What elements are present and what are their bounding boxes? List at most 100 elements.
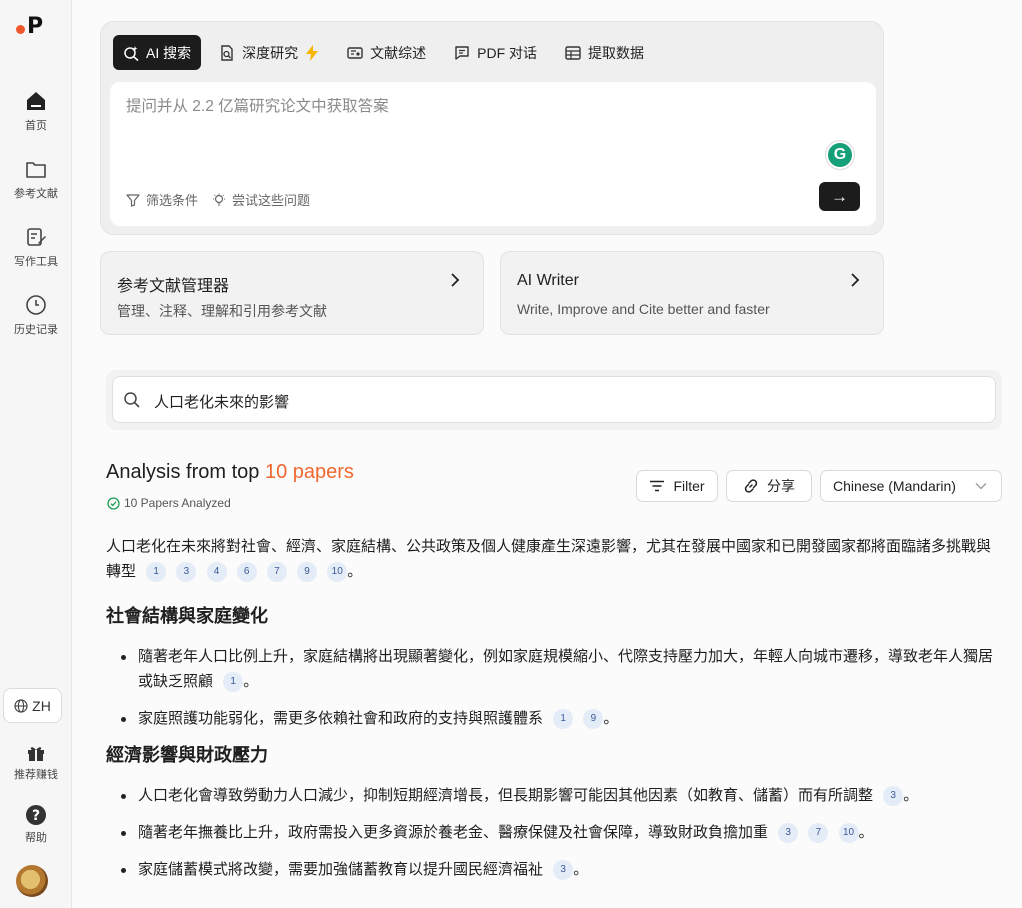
citation-badge[interactable]: 3: [883, 786, 904, 807]
filter-lines-icon: [650, 480, 665, 492]
sparkle-search-icon: [124, 45, 139, 61]
analysis-title-highlight: 10 papers: [264, 461, 354, 483]
table-icon: [565, 45, 581, 60]
citation-badge[interactable]: 3: [553, 860, 574, 881]
sidebar-item-referral[interactable]: 推荐赚钱: [0, 743, 72, 801]
sidebar-item-label: 参考文献: [14, 188, 58, 200]
tab-label: 文献综述: [370, 44, 427, 61]
try-questions-label: 尝试这些问题: [232, 193, 311, 208]
sidebar-item-label: 首页: [25, 120, 47, 132]
bullet-list: 隨著老年人口比例上升，家庭結構將出現顯著變化，例如家庭規模縮小、代際支持壓力加大…: [106, 644, 1004, 731]
logo-dot: [16, 25, 25, 34]
tab-ai-search[interactable]: AI 搜索: [113, 35, 202, 70]
list-item: 家庭照護功能弱化，需更多依賴社會和政府的支持與照護體系 1 9。: [106, 706, 1004, 731]
card-description: Write, Improve and Cite better and faste…: [517, 301, 770, 317]
reference-manager-card[interactable]: 参考文献管理器 管理、注释、理解和引用参考文献: [100, 251, 484, 335]
list-item-text: 隨著老年人口比例上升，家庭結構將出現顯著變化，例如家庭規模縮小、代際支持壓力加大…: [138, 648, 994, 690]
folder-icon: [26, 162, 46, 178]
list-item: 人口老化會導致勞動力人口減少，抑制短期經濟增長，但長期影響可能因其他因素（如教育…: [106, 783, 1004, 808]
citation-badge[interactable]: 10: [838, 823, 859, 844]
card-title: 参考文献管理器: [117, 278, 230, 295]
citation-badge[interactable]: 9: [297, 562, 318, 583]
bullet-list: 人口老化會導致勞動力人口減少，抑制短期經濟增長，但長期影響可能因其他因素（如教育…: [106, 783, 1004, 882]
citation-badge[interactable]: 3: [176, 562, 197, 583]
query-search-bar[interactable]: 人口老化未來的影響: [112, 376, 996, 423]
filter-icon: [126, 193, 140, 207]
deep-research-icon: [221, 44, 233, 61]
tab-label: 深度研究: [242, 44, 299, 61]
sidebar-item-help[interactable]: ? 帮助: [0, 804, 72, 862]
share-button[interactable]: 分享: [726, 470, 812, 502]
search-mode-tabs: AI 搜索 深度研究 文献综述 PDF 对话 提取数据: [113, 35, 654, 70]
logo-letter: P: [27, 14, 44, 39]
citation-badge[interactable]: 6: [236, 562, 257, 583]
svg-text:?: ?: [32, 808, 40, 824]
chat-icon: [455, 45, 469, 60]
sidebar: P 首页 参考文献 写作工具 历史记录 ZH 推荐赚钱 ? 帮助: [0, 0, 72, 908]
tab-label: 提取数据: [588, 44, 645, 61]
list-item-text: 家庭儲蓄模式將改變，需要加強儲蓄教育以提升國民經濟福祉: [138, 861, 544, 878]
lightning-icon: [306, 44, 319, 61]
tab-label: PDF 对话: [477, 44, 538, 61]
query-search-bar-wrapper: 人口老化未來的影響: [106, 370, 1002, 430]
tab-label: AI 搜索: [146, 44, 192, 61]
analysis-content: 人口老化在未來將對社會、經濟、家庭結構、公共政策及個人健康產生深遠影響，尤其在發…: [106, 534, 1004, 894]
papers-analyzed-label: 10 Papers Analyzed: [124, 496, 231, 510]
sidebar-item-references[interactable]: 参考文献: [0, 158, 72, 216]
citation-badge[interactable]: 3: [778, 823, 799, 844]
citation-badge[interactable]: 4: [206, 562, 227, 583]
help-label: 帮助: [25, 832, 47, 844]
list-item: 隨著老年人口比例上升，家庭結構將出現顯著變化，例如家庭規模縮小、代際支持壓力加大…: [106, 644, 1004, 694]
citation-badge[interactable]: 7: [266, 562, 287, 583]
grammarly-icon[interactable]: G: [826, 141, 854, 169]
sidebar-item-history[interactable]: 历史记录: [0, 294, 72, 352]
list-item: 隨著老年撫養比上升，政府需投入更多資源於養老金、醫療保健及社會保障，導致財政負擔…: [106, 820, 1004, 845]
query-actions: 筛选条件 尝试这些问题: [126, 190, 310, 209]
search-icon: [124, 392, 140, 408]
section-heading: 社會結構與家庭變化: [106, 606, 268, 626]
logo[interactable]: P: [16, 14, 48, 40]
question-input[interactable]: [126, 98, 816, 116]
tab-deep-research[interactable]: 深度研究: [209, 35, 329, 70]
home-icon: [27, 92, 45, 110]
citation-badge[interactable]: 9: [583, 709, 604, 730]
analysis-title: Analysis from top 10 papers: [106, 461, 354, 484]
filter-button[interactable]: Filter: [636, 470, 718, 502]
ai-writer-card[interactable]: AI Writer Write, Improve and Cite better…: [500, 251, 884, 335]
tab-literature-review[interactable]: 文献综述: [337, 35, 436, 70]
citation-badge[interactable]: 1: [553, 709, 574, 730]
lightbulb-icon: [213, 193, 226, 206]
gift-icon: [28, 747, 44, 761]
card-description: 管理、注释、理解和引用参考文献: [117, 303, 327, 319]
language-select[interactable]: Chinese (Mandarin): [820, 470, 1002, 502]
chevron-right-icon: [851, 273, 860, 287]
tab-extract-data[interactable]: 提取数据: [555, 35, 654, 70]
help-icon: ?: [26, 805, 46, 825]
check-circle-icon: [107, 496, 120, 510]
language-switcher[interactable]: ZH: [3, 688, 62, 723]
search-panel: AI 搜索 深度研究 文献综述 PDF 对话 提取数据 G 筛选条件: [100, 21, 884, 235]
citation-badge[interactable]: 7: [808, 823, 829, 844]
citation-badge[interactable]: 1: [146, 562, 167, 583]
link-icon: [744, 479, 758, 493]
language-code: ZH: [32, 697, 51, 714]
intro-paragraph: 人口老化在未來將對社會、經濟、家庭結構、公共政策及個人健康產生深遠影響，尤其在發…: [106, 534, 1004, 584]
sidebar-item-home[interactable]: 首页: [0, 90, 72, 148]
filter-conditions-button[interactable]: 筛选条件: [126, 190, 198, 209]
try-questions-button[interactable]: 尝试这些问题: [212, 190, 310, 209]
language-select-value: Chinese (Mandarin): [833, 478, 956, 494]
citation-badge[interactable]: 10: [327, 562, 348, 583]
card-title: AI Writer: [517, 272, 579, 289]
citation-badge[interactable]: 1: [223, 672, 244, 693]
list-item: 家庭儲蓄模式將改變，需要加強儲蓄教育以提升國民經濟福祉 3。: [106, 857, 1004, 882]
clock-icon: [26, 295, 46, 315]
filter-conditions-label: 筛选条件: [146, 193, 199, 208]
section-heading: 經濟影響與財政壓力: [106, 745, 268, 765]
avatar[interactable]: [16, 865, 48, 897]
sidebar-item-writing-tools[interactable]: 写作工具: [0, 226, 72, 284]
send-button[interactable]: →: [819, 182, 860, 211]
list-item-text: 人口老化會導致勞動力人口減少，抑制短期經濟增長，但長期影響可能因其他因素（如教育…: [138, 787, 874, 804]
edit-icon: [27, 228, 46, 246]
query-box: G 筛选条件 尝试这些问题 →: [110, 82, 876, 226]
tab-pdf-chat[interactable]: PDF 对话: [444, 35, 547, 70]
